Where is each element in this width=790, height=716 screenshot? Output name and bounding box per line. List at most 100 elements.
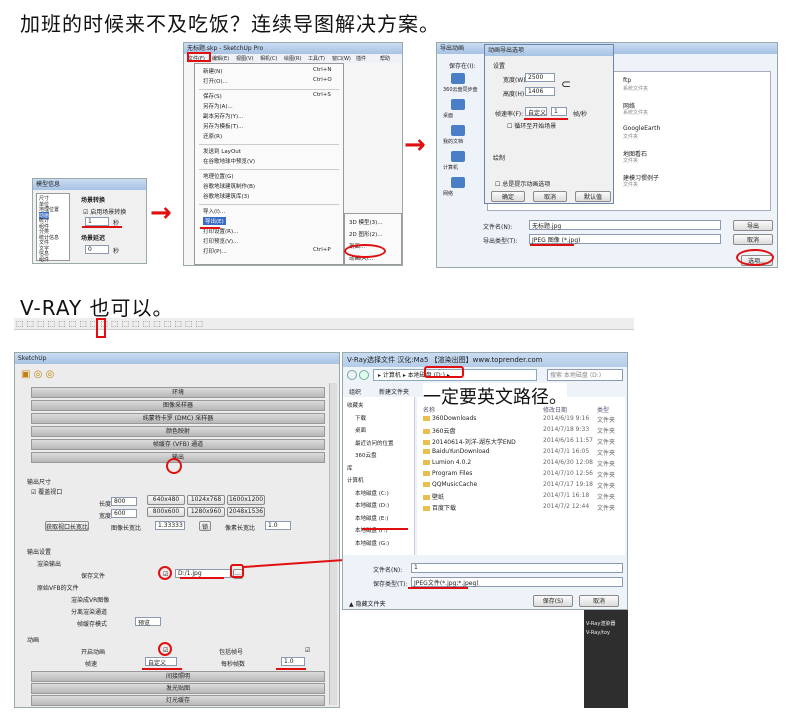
vray-rollout-bar[interactable]: 帧缓存 (VFB) 通道: [31, 439, 325, 450]
hide-folders-toggle[interactable]: ▲ 隐藏文件夹: [349, 599, 386, 608]
vray-rollout-bar[interactable]: 发光贴图: [31, 683, 325, 694]
vray-sidebar-item[interactable]: 桌面: [355, 426, 366, 434]
override-viewport-checkbox[interactable]: ☑ 覆盖视口: [31, 487, 62, 496]
menubar-item[interactable]: 视图(V): [236, 55, 253, 62]
vray-rollout-bar[interactable]: 颜色映射: [31, 426, 325, 437]
vray-fps-input[interactable]: 1.0: [281, 657, 305, 666]
anim-loop-checkbox[interactable]: ☐ 循环至开始场景: [507, 121, 556, 130]
vray-type-select[interactable]: JPEG文件(*.jpg;*.jpeg): [411, 577, 623, 587]
menu-item[interactable]: 发送到 LayOut: [203, 147, 241, 155]
organize-button[interactable]: 组织: [349, 387, 361, 396]
anim-height-input[interactable]: 1406: [525, 87, 555, 96]
anim-ok-button[interactable]: 确定: [491, 191, 525, 202]
anim-fps-input[interactable]: 1: [551, 107, 567, 116]
vray-file-row[interactable]: 百度下载 2014/7/2 12:44 文件夹: [423, 503, 623, 513]
vray-file-row[interactable]: Program Files 2014/7/10 12:56 文件夹: [423, 470, 623, 480]
sidebar-place-icon[interactable]: [451, 151, 465, 162]
menu-item[interactable]: 打印(P)...: [203, 247, 227, 255]
sidebar-place-label[interactable]: 计算机: [443, 164, 458, 171]
new-folder-button[interactable]: 新建文件夹: [379, 387, 409, 396]
resolution-preset-button[interactable]: 640x480: [147, 495, 185, 505]
vray-file-row[interactable]: Lumion 4.0.2 2014/6/30 12:08 文件夹: [423, 459, 623, 469]
transition-value[interactable]: 1: [85, 217, 109, 226]
menubar-item[interactable]: 插件: [356, 55, 366, 62]
export-button[interactable]: 导出: [733, 220, 773, 231]
vray-file-row[interactable]: 壁纸 2014/7/1 16:18 文件夹: [423, 492, 623, 502]
menu-item[interactable]: 导出(E): [203, 217, 226, 225]
vray-save-button[interactable]: 保存(S): [533, 595, 573, 607]
lock-button[interactable]: 锁: [199, 521, 211, 531]
vray-panel-icons[interactable]: ▣ ◎ ◎: [21, 369, 54, 380]
sidebar-place-label[interactable]: 我的文档: [443, 138, 463, 145]
resolution-preset-button[interactable]: 1280x960: [187, 507, 225, 517]
export-type-select[interactable]: JPEG 图像 (*.jpg): [529, 234, 721, 244]
export-cancel-button[interactable]: 取消: [733, 234, 773, 245]
vray-sidebar-item[interactable]: 下载: [355, 414, 366, 422]
resolution-preset-button[interactable]: 800x600: [147, 507, 185, 517]
vray-file-row[interactable]: BaiduYunDownload 2014/7/1 16:05 文件夹: [423, 448, 623, 458]
menubar-item[interactable]: 工具(T): [308, 55, 325, 62]
width-input[interactable]: 600: [111, 509, 137, 518]
submenu-item[interactable]: 2D 图形(2)...: [349, 230, 383, 238]
get-ratio-button[interactable]: 获取视口长宽比: [45, 521, 89, 531]
vray-sidebar-item[interactable]: 360云盘: [355, 451, 377, 459]
col-type[interactable]: 类型: [597, 405, 609, 414]
menubar-item[interactable]: 窗口(W): [332, 55, 351, 62]
vray-file-row[interactable]: 360Downloads 2014/6/19 9:16 文件夹: [423, 415, 623, 425]
submenu-item[interactable]: 3D 模型(3)...: [349, 218, 383, 226]
vray-rollout-bar[interactable]: 灯光缓存: [31, 695, 325, 706]
vray-toy-tab[interactable]: V-Ray/toy: [586, 630, 610, 636]
vray-renderer-tab[interactable]: V-Ray渲染器: [586, 620, 615, 627]
vray-sidebar-item[interactable]: 最近访问的位置: [355, 439, 394, 447]
menu-item[interactable]: 还原(R): [203, 132, 222, 140]
frame-rate-select[interactable]: 自定义: [145, 657, 177, 667]
menu-item[interactable]: 新建(N): [203, 67, 222, 75]
col-date[interactable]: 修改日期: [543, 405, 567, 414]
vray-file-row[interactable]: QQMusicCache 2014/7/17 19:18 文件夹: [423, 481, 623, 491]
path-computer[interactable]: 计算机: [383, 372, 401, 379]
sidebar-place-icon[interactable]: [451, 99, 465, 110]
anim-width-input[interactable]: 2500: [525, 73, 555, 82]
vray-sidebar-item[interactable]: 库: [347, 464, 353, 472]
vray-sidebar-item[interactable]: 本地磁盘 (G:): [355, 539, 389, 547]
pixel-ratio-input[interactable]: 1.0: [265, 521, 291, 530]
vray-sidebar-item[interactable]: 本地磁盘 (E:): [355, 514, 388, 522]
anim-default-button[interactable]: 默认值: [575, 191, 611, 202]
resolution-preset-button[interactable]: 2048x1536: [227, 507, 265, 517]
nav-forward-icon[interactable]: [359, 370, 369, 380]
frame-format-select[interactable]: 预览: [135, 617, 161, 627]
menu-item[interactable]: 副本另存为(Y)...: [203, 112, 243, 120]
menu-item[interactable]: 谷歌地球建筑库(3): [203, 192, 249, 200]
vray-file-row[interactable]: 20140614-刘洋-湖东大学END 2014/6/16 11:57 文件夹: [423, 437, 623, 447]
sidebar-place-icon[interactable]: [451, 73, 465, 84]
anim-fps-preset[interactable]: 自定义: [525, 107, 547, 117]
menu-item[interactable]: 谷歌地球建筑制作(B): [203, 182, 255, 190]
resolution-preset-button[interactable]: 1024x768: [187, 495, 225, 505]
vray-filename-input[interactable]: 1: [411, 563, 623, 573]
vray-rollout-bar[interactable]: 图像采样器: [31, 400, 325, 411]
nav-back-icon[interactable]: [347, 370, 357, 380]
model-info-list-item[interactable]: 组件: [39, 256, 49, 263]
sidebar-place-label[interactable]: 网络: [443, 190, 453, 197]
include-frame-checkbox[interactable]: ☑: [305, 647, 310, 654]
length-input[interactable]: 800: [111, 497, 137, 506]
vray-sidebar-item[interactable]: 收藏夹: [347, 401, 364, 409]
menu-item[interactable]: 另存为模板(T)...: [203, 122, 243, 130]
img-ratio-input[interactable]: 1.33333: [155, 521, 185, 530]
anim-cancel-button[interactable]: 取消: [533, 191, 567, 202]
resolution-preset-button[interactable]: 1600x1200: [227, 495, 265, 505]
vray-rollout-bar[interactable]: 间接照明: [31, 671, 325, 682]
export-file-name[interactable]: GoogleEarth: [623, 125, 660, 132]
sidebar-place-label[interactable]: 360云盘同步盘: [443, 86, 478, 93]
menubar-item[interactable]: 编辑(E): [212, 55, 229, 62]
menubar-item[interactable]: 帮助: [380, 55, 390, 62]
search-input[interactable]: 搜索 本地磁盘 (D:): [547, 369, 623, 381]
link-icon[interactable]: ⊂: [561, 77, 571, 91]
menu-item[interactable]: 保存(S): [203, 92, 222, 100]
delay-value[interactable]: 0: [85, 245, 109, 254]
menu-item[interactable]: 导入(I)...: [203, 207, 225, 215]
vray-file-row[interactable]: 360云盘 2014/7/18 9:33 文件夹: [423, 426, 623, 436]
vray-cancel-button[interactable]: 取消: [579, 595, 619, 607]
menubar-item[interactable]: 绘图(R): [284, 55, 301, 62]
vray-rollout-bar[interactable]: 纯蒙特卡罗 (DMC) 采样器: [31, 413, 325, 424]
